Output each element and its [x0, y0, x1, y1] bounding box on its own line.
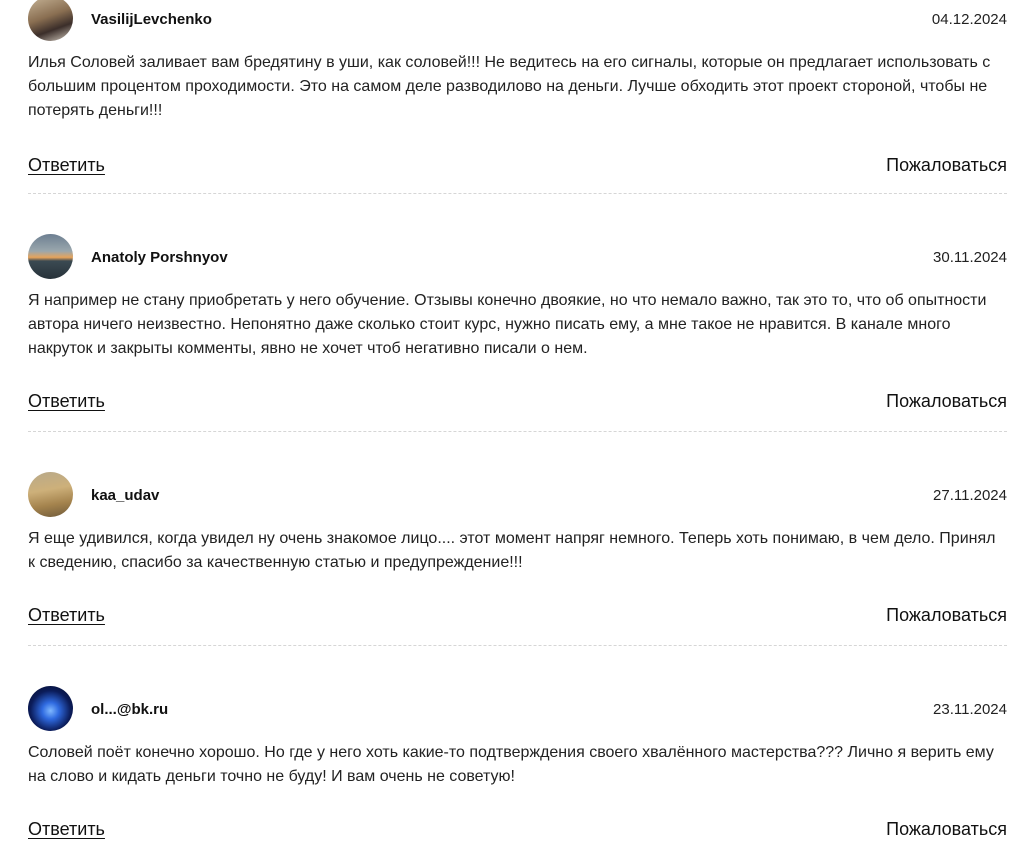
- comment-text: Я например не стану приобретать у него о…: [28, 292, 987, 357]
- avatar[interactable]: [28, 686, 73, 731]
- comment-date: 30.11.2024: [933, 249, 1007, 266]
- comment-item: ol...@bk.ru 23.11.2024 Соловей поёт коне…: [28, 686, 1007, 843]
- divider: [28, 645, 1007, 646]
- comments-list: VasilijLevchenko 04.12.2024 Илья Соловей…: [0, 0, 1023, 845]
- comment-date: 04.12.2024: [931, 11, 1007, 28]
- reply-link[interactable]: Ответить: [28, 391, 105, 412]
- report-link[interactable]: Пожаловаться: [886, 155, 1007, 176]
- comment-actions: Ответить Пожаловаться: [28, 819, 1007, 843]
- comment-text: Илья Соловей заливает вам бредятину в уш…: [28, 54, 991, 119]
- comment-text: Соловей поёт конечно хорошо. Но где у не…: [28, 744, 994, 785]
- divider: [28, 431, 1007, 432]
- comment-author[interactable]: Anatoly Porshnyov: [91, 249, 228, 266]
- reply-link[interactable]: Ответить: [28, 819, 105, 840]
- comment-date: 27.11.2024: [933, 487, 1007, 504]
- reply-link[interactable]: Ответить: [28, 605, 105, 626]
- comment-author[interactable]: ol...@bk.ru: [91, 701, 168, 718]
- comment-item: kaa_udav 27.11.2024 Я еще удивился, когд…: [28, 472, 1007, 646]
- comment-author[interactable]: VasilijLevchenko: [91, 11, 212, 28]
- avatar[interactable]: [28, 234, 73, 279]
- comment-header: Anatoly Porshnyov 30.11.2024: [28, 234, 1007, 282]
- comment-author[interactable]: kaa_udav: [91, 487, 159, 504]
- report-link[interactable]: Пожаловаться: [886, 605, 1007, 626]
- comment-actions: Ответить Пожаловаться: [28, 155, 1007, 179]
- report-link[interactable]: Пожаловаться: [886, 391, 1007, 412]
- comment-actions: Ответить Пожаловаться: [28, 605, 1007, 629]
- reply-link[interactable]: Ответить: [28, 155, 105, 176]
- comment-header: VasilijLevchenko 04.12.2024: [28, 0, 1007, 44]
- comment-actions: Ответить Пожаловаться: [28, 391, 1007, 415]
- comment-item: Anatoly Porshnyov 30.11.2024 Я например …: [28, 234, 1007, 432]
- comment-text: Я еще удивился, когда увидел ну очень зн…: [28, 530, 996, 571]
- avatar[interactable]: [28, 472, 73, 517]
- avatar[interactable]: [28, 0, 73, 41]
- report-link[interactable]: Пожаловаться: [886, 819, 1007, 840]
- comment-header: ol...@bk.ru 23.11.2024: [28, 686, 1007, 734]
- comment-item: VasilijLevchenko 04.12.2024 Илья Соловей…: [28, 0, 1007, 194]
- comment-date: 23.11.2024: [933, 701, 1007, 718]
- divider: [28, 193, 1007, 194]
- comment-header: kaa_udav 27.11.2024: [28, 472, 1007, 520]
